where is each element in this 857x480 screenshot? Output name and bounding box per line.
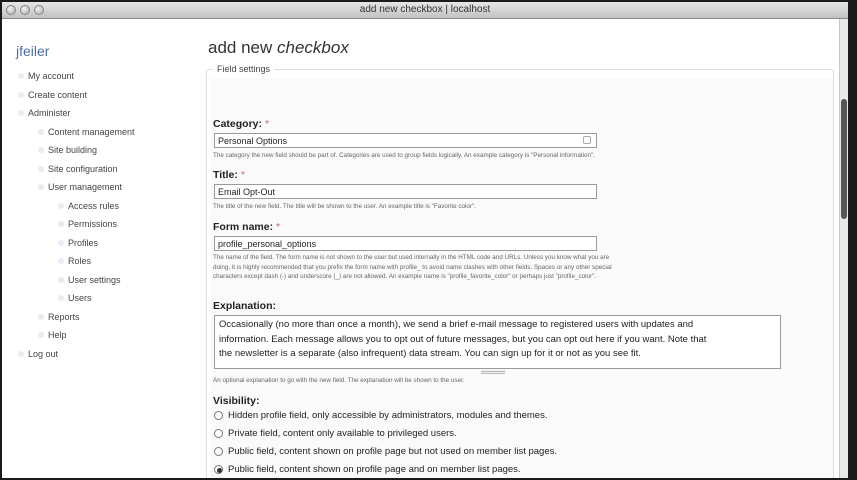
sidebar: jfeiler My account Create content Administ…	[2, 19, 192, 478]
scrollbar-thumb[interactable]	[841, 99, 847, 219]
sidebar-item-label: Profiles	[68, 237, 99, 248]
bullet-icon	[38, 184, 44, 190]
visibility-option-label: Public field, content shown on profile p…	[228, 464, 521, 475]
bullet-icon	[58, 239, 64, 246]
screen-frame: add new checkbox | localhost jfeiler My …	[0, 0, 857, 480]
visibility-option[interactable]: Public field, content shown on profile p…	[214, 464, 521, 475]
browser-window: add new checkbox | localhost jfeiler My …	[2, 2, 848, 478]
bullet-icon	[58, 276, 64, 283]
sidebar-item-label: My account	[28, 71, 75, 82]
radio-unchecked-icon[interactable]	[214, 447, 223, 456]
sidebar-item-my-account[interactable]: My account	[2, 67, 192, 86]
sidebar-item-help[interactable]: Help	[2, 326, 192, 345]
radio-unchecked-icon[interactable]	[214, 429, 223, 438]
sidebar-item-site-configuration[interactable]: Site configuration	[2, 160, 192, 179]
bullet-icon	[18, 91, 24, 98]
form-name-input[interactable]: profile_personal_options	[214, 236, 597, 251]
title-input[interactable]: Email Opt-Out	[214, 184, 597, 199]
sidebar-item-label: Roles	[68, 256, 92, 267]
explanation-description: An optional explanation to go with the n…	[213, 377, 465, 384]
window-title: add new checkbox | localhost	[359, 4, 491, 15]
visibility-option-label: Public field, content shown on profile p…	[228, 446, 558, 457]
sidebar-nav: My account Create content Administer Conten…	[2, 67, 192, 363]
title-label: Title: *	[213, 169, 245, 181]
visibility-option[interactable]: Private field, content only available to…	[214, 428, 457, 439]
title-description: The title of the new field. The title wi…	[213, 203, 477, 210]
category-description: The category the new field should be par…	[213, 152, 596, 159]
sidebar-item-reports[interactable]: Reports	[2, 308, 192, 327]
sidebar-item-content-management[interactable]: Content management	[2, 123, 192, 142]
bullet-icon	[18, 350, 24, 357]
sidebar-item-create-content[interactable]: Create content	[2, 86, 192, 105]
sidebar-item-administer[interactable]: Administer	[2, 104, 192, 123]
sidebar-item-log-out[interactable]: Log out	[2, 345, 192, 364]
sidebar-item-users[interactable]: Users	[2, 289, 192, 308]
page-title: add new checkbox	[208, 38, 349, 57]
window-titlebar: add new checkbox | localhost	[2, 2, 848, 19]
form-name-label: Form name: *	[213, 221, 281, 233]
category-input[interactable]: Personal Options	[214, 133, 597, 148]
bullet-icon	[38, 147, 44, 153]
sidebar-item-label: Reports	[48, 311, 80, 322]
visibility-option[interactable]: Public field, content shown on profile p…	[214, 446, 557, 457]
sidebar-item-user-management[interactable]: User management	[2, 178, 192, 197]
sidebar-item-profiles[interactable]: Profiles	[2, 234, 192, 253]
bullet-icon	[18, 73, 24, 79]
sidebar-item-label: Content management	[48, 126, 135, 137]
explanation-label: Explanation:	[213, 300, 277, 312]
visibility-option-label: Hidden profile field, only accessible by…	[228, 410, 548, 421]
main-content: add new checkbox Field settings Category…	[192, 19, 838, 478]
sidebar-item-site-building[interactable]: Site building	[2, 141, 192, 160]
visibility-label: Visibility:	[213, 395, 260, 407]
bullet-icon	[58, 295, 64, 301]
fieldset-legend: Field settings	[213, 64, 275, 74]
sidebar-item-label: Help	[48, 330, 67, 341]
sidebar-item-label: Create content	[28, 89, 88, 100]
sidebar-item-roles[interactable]: Roles	[2, 252, 192, 271]
bullet-icon	[38, 128, 44, 135]
sidebar-item-label: Site configuration	[48, 163, 118, 174]
sidebar-item-label: Log out	[28, 348, 59, 359]
sidebar-item-label: User settings	[68, 274, 121, 285]
sidebar-item-label: Permissions	[68, 219, 118, 230]
bullet-icon	[58, 202, 64, 209]
bullet-icon	[58, 221, 64, 227]
sidebar-item-label: Users	[68, 293, 92, 304]
explanation-textarea[interactable]: Occasionally (no more than once a month)…	[214, 315, 781, 369]
sidebar-item-label: User management	[48, 182, 123, 193]
field-settings-fieldset: Field settings Category: * Personal Opti…	[206, 64, 834, 478]
fieldset-body: Category: * Personal Options The categor…	[211, 78, 833, 478]
bullet-icon	[38, 313, 44, 320]
sidebar-item-access-rules[interactable]: Access rules	[2, 197, 192, 216]
autocomplete-icon	[583, 136, 591, 144]
category-label: Category: *	[213, 118, 270, 130]
sidebar-item-permissions[interactable]: Permissions	[2, 215, 192, 234]
sidebar-item-label: Administer	[28, 108, 71, 119]
radio-checked-icon[interactable]	[214, 465, 223, 474]
vertical-scrollbar[interactable]	[839, 19, 848, 478]
sidebar-username: jfeiler	[16, 43, 50, 59]
bullet-icon	[38, 332, 44, 338]
radio-unchecked-icon[interactable]	[214, 411, 223, 420]
sidebar-item-label: Access rules	[68, 200, 120, 211]
sidebar-item-user-settings[interactable]: User settings	[2, 271, 192, 290]
bullet-icon	[38, 165, 44, 172]
sidebar-item-label: Site building	[48, 145, 98, 156]
visibility-option-label: Private field, content only available to…	[228, 428, 457, 439]
bullet-icon	[58, 258, 64, 264]
bullet-icon	[18, 110, 24, 116]
form-name-description: The name of the field. The form name is …	[213, 254, 612, 280]
textarea-resize-grip[interactable]	[481, 370, 505, 374]
visibility-option[interactable]: Hidden profile field, only accessible by…	[214, 410, 547, 421]
